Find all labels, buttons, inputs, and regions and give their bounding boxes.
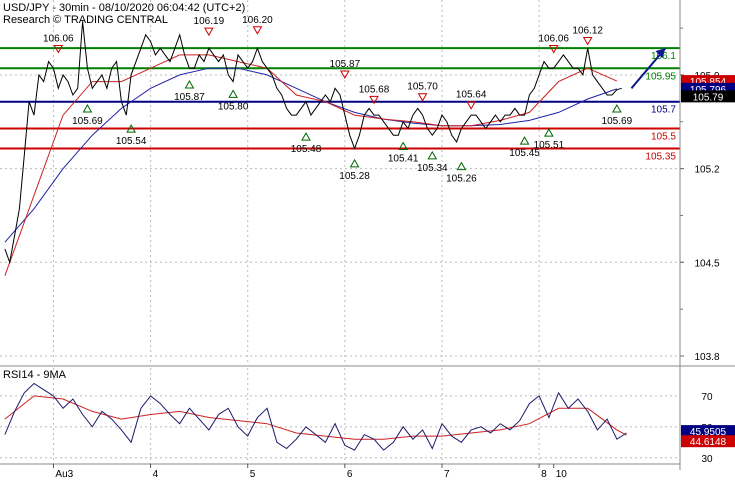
price-tick-label: 103.8 [694,352,719,363]
time-tick-label: 10 [556,469,568,480]
pivot-low-label: 105.26 [446,174,477,185]
pivot-high-label: 106.12 [572,26,603,37]
pivot-low-label: 105.80 [218,101,249,112]
pivot-high-label: 105.68 [359,84,390,95]
pivot-low-label: 105.54 [116,136,147,147]
rsi-tick-label: 70 [701,392,713,403]
level-label: 105.5 [651,131,676,142]
pivot-high-label: 105.70 [407,82,438,93]
time-tick-label: Au3 [55,469,73,480]
price-tick-label: 105.2 [694,165,719,176]
time-tick-label: 8 [541,469,547,480]
pivot-high-label: 106.06 [538,34,569,45]
level-label: 105.35 [645,152,676,163]
chart-window: 106.1 105.95 105.7 105.5 105.35 106.06 106.19… [0,0,735,480]
pivot-low-label: 105.69 [72,116,103,127]
chart-title: USD/JPY - 30min - 08/10/2020 06:04:42 (U… [3,2,245,14]
chart-canvas: 106.1105.95105.7105.5105.35 106.06106.19… [0,0,735,480]
level-label: 105.95 [645,71,676,82]
rsi-tag-label: 44.6148 [690,437,727,448]
chart-subtitle: Research © TRADING CENTRAL [3,14,168,26]
time-tick-label: 7 [444,469,450,480]
pivot-high-label: 105.64 [456,90,487,101]
rsi-tick-label: 30 [701,454,713,465]
pivot-low-label: 105.28 [339,171,370,182]
pivot-high-label: 106.19 [194,16,225,27]
chart-background [0,0,735,480]
pivot-high-label: 106.06 [43,34,74,45]
pivot-low-label: 105.34 [417,163,448,174]
pivot-low-label: 105.41 [388,154,419,165]
price-tag-label: 105.79 [693,92,724,103]
pivot-high-label: 106.20 [242,15,273,26]
price-tick-label: 104.5 [694,258,719,269]
pivot-low-label: 105.87 [174,92,205,103]
pivot-low-label: 105.69 [602,116,633,127]
pivot-low-label: 105.51 [534,140,565,151]
pivot-high-label: 105.87 [330,59,361,70]
time-tick-label: 6 [347,469,353,480]
pivot-low-label: 105.48 [291,144,322,155]
time-tick-label: 4 [153,469,159,480]
rsi-title: RSI14 - 9MA [3,369,67,381]
time-tick-label: 5 [250,469,256,480]
level-label: 105.7 [651,105,676,116]
